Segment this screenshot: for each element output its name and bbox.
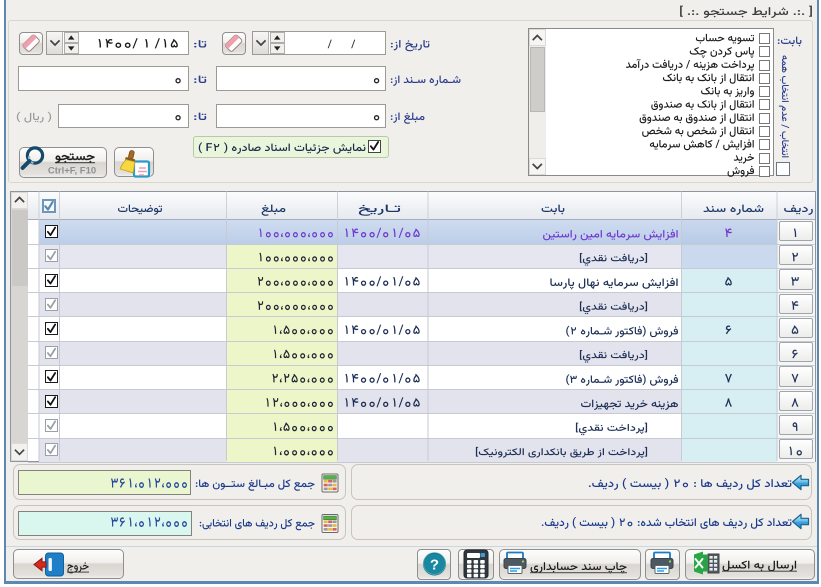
svg-text:Ctrl+F, F10: Ctrl+F, F10 (48, 166, 96, 177)
svg-text:?: ? (430, 557, 439, 574)
